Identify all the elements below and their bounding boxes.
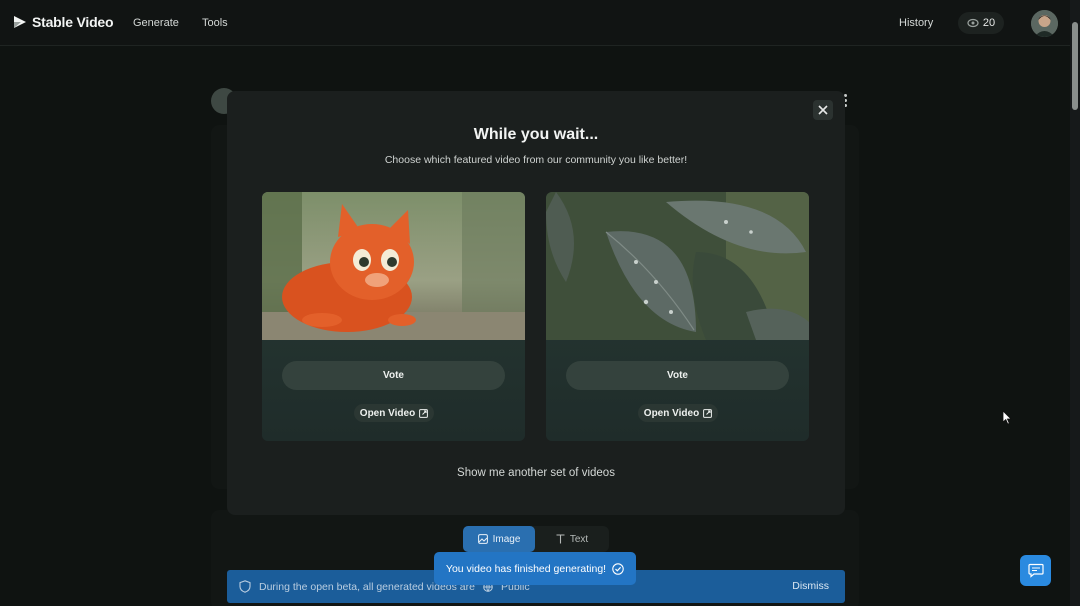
while-you-wait-modal: While you wait... Choose which featured … [227, 91, 845, 515]
brand-logo[interactable]: Stable Video [12, 14, 114, 30]
shield-icon [239, 580, 251, 593]
tab-image-label: Image [492, 533, 521, 545]
scrollbar-thumb[interactable] [1072, 22, 1078, 110]
modal-subtitle: Choose which featured video from our com… [384, 154, 688, 166]
video-thumbnail-cat[interactable] [262, 192, 525, 340]
text-icon [556, 534, 565, 544]
tab-image[interactable]: Image [463, 526, 535, 552]
feedback-button[interactable] [1020, 555, 1051, 586]
credits-icon [967, 18, 979, 28]
chat-icon [1027, 563, 1044, 578]
tab-text-label: Text [569, 533, 589, 545]
modal-title: While you wait... [473, 126, 599, 143]
vote-button-1[interactable]: Vote [282, 361, 505, 390]
image-icon [477, 534, 488, 544]
video-card-2: Vote Open Video [546, 192, 809, 441]
open-video-button-1[interactable]: Open Video [354, 404, 434, 422]
tab-text[interactable]: Text [535, 526, 609, 552]
generation-complete-toast: You video has finished generating! [434, 552, 636, 585]
video-card-1: Vote Open Video [262, 192, 525, 441]
input-mode-tabs: Image Text [463, 526, 609, 552]
mouse-cursor-icon [1002, 410, 1012, 425]
page-scrollbar[interactable] [1070, 0, 1080, 606]
close-icon [818, 105, 828, 115]
top-nav: Stable Video Generate Tools History 20 [0, 0, 1070, 46]
credits-count: 20 [982, 17, 996, 29]
brand-name: Stable Video [32, 14, 114, 30]
external-link-icon [703, 408, 713, 418]
external-link-icon [419, 408, 429, 418]
check-circle-icon [612, 562, 624, 575]
nav-generate[interactable]: Generate [133, 17, 179, 29]
video-thumbnail-leaves[interactable] [546, 192, 809, 340]
open-video-label-1: Open Video [359, 407, 416, 419]
nav-tools[interactable]: Tools [202, 17, 228, 29]
avatar-image [1031, 10, 1058, 37]
toast-text: You video has finished generating! [445, 562, 607, 575]
vote-button-2[interactable]: Vote [566, 361, 789, 390]
user-avatar[interactable] [1031, 10, 1058, 37]
play-logo-icon [14, 16, 26, 28]
nav-history[interactable]: History [899, 17, 933, 29]
credits-badge[interactable]: 20 [958, 12, 1004, 34]
close-button[interactable] [813, 100, 833, 120]
dismiss-button[interactable]: Dismiss [792, 580, 829, 592]
open-video-button-2[interactable]: Open Video [638, 404, 718, 422]
open-video-label-2: Open Video [643, 407, 700, 419]
show-another-set-link[interactable]: Show me another set of videos [227, 467, 845, 479]
